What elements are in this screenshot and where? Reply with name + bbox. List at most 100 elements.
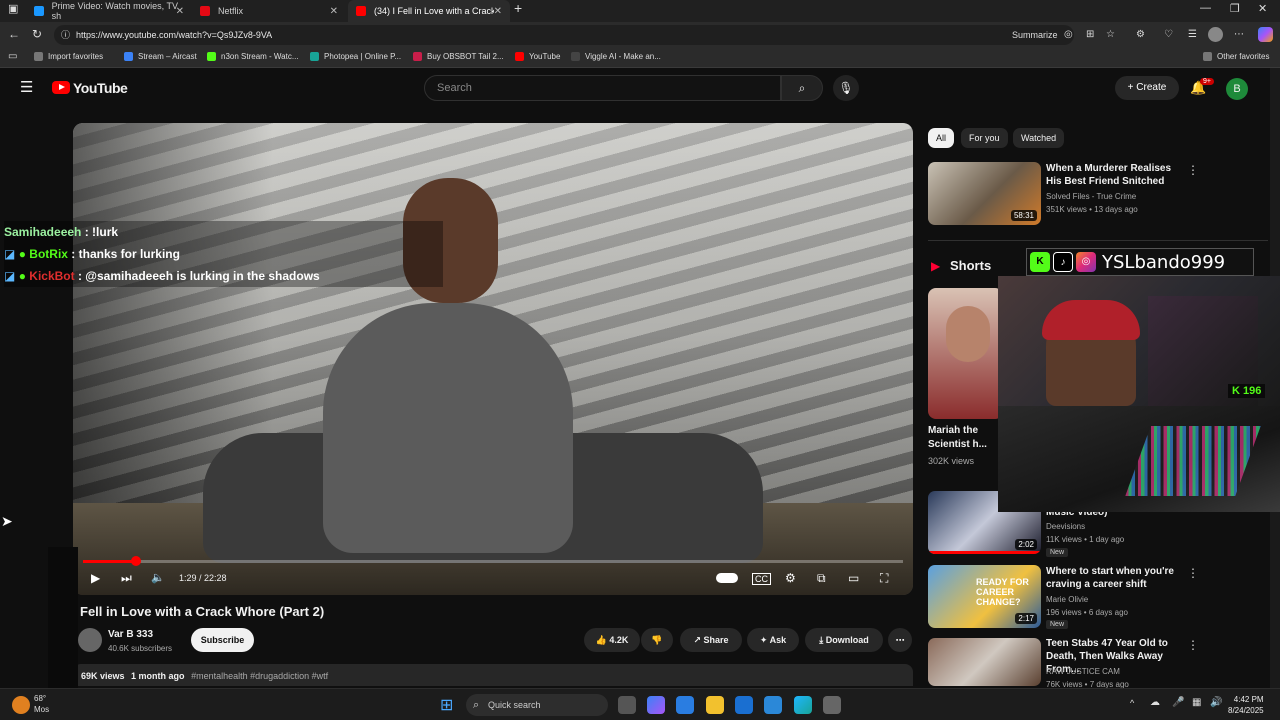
chip-watched[interactable]: Watched	[1013, 128, 1065, 148]
back-arrow-icon[interactable]: ←	[8, 27, 20, 41]
read-aloud-icon[interactable]: ⊞	[1086, 29, 1094, 40]
fav-n3on[interactable]: n3on Stream - Watc...	[207, 52, 299, 61]
settings-gear-icon[interactable]: ⚙	[785, 571, 796, 585]
refresh-icon[interactable]: ↻	[32, 27, 42, 41]
volume-icon[interactable]: 🔈	[151, 571, 165, 584]
more-vertical-icon[interactable]: ⋮	[1187, 638, 1199, 652]
tab-close-icon[interactable]: ✕	[330, 6, 338, 17]
system-clock[interactable]: 4:42 PM 8/24/2025	[1228, 694, 1264, 716]
url-input[interactable]: ⓘ https://www.youtube.com/watch?v=Qs9JZv…	[54, 25, 1074, 45]
more-vertical-icon[interactable]: ⋮	[1187, 566, 1199, 580]
youtube-logo-icon[interactable]	[52, 81, 70, 94]
tab-close-icon[interactable]: ✕	[176, 6, 184, 17]
task-view-icon[interactable]	[618, 696, 636, 714]
microphone-tray-icon[interactable]: 🎤	[1172, 697, 1184, 708]
tray-overflow-icon[interactable]: ^	[1130, 698, 1134, 708]
rec-title[interactable]: Where to start when you're craving a car…	[1046, 565, 1186, 591]
download-button[interactable]: ⤓ Download	[805, 628, 883, 652]
collections-icon[interactable]: ☰	[1188, 29, 1197, 40]
fav-import[interactable]: Import favorites	[34, 52, 103, 61]
tab-close-icon[interactable]: ✕	[494, 6, 502, 17]
create-button[interactable]: + Create	[1115, 76, 1179, 100]
share-button[interactable]: ↗ Share	[680, 628, 742, 652]
tab-youtube-active[interactable]: (34) I Fell in Love with a Crack Wh ✕	[348, 0, 510, 22]
network-icon[interactable]: ▦	[1192, 697, 1201, 708]
fullscreen-icon[interactable]: ⛶	[880, 571, 888, 586]
description-box[interactable]: 69K views 1 month ago #mentalhealth #dru…	[73, 664, 913, 686]
hamburger-menu-icon[interactable]: ☰	[20, 78, 33, 96]
new-tab-button[interactable]: +	[514, 0, 522, 16]
theater-mode-icon[interactable]: ▭	[848, 571, 859, 585]
file-explorer-icon[interactable]	[706, 696, 724, 714]
rec-thumbnail[interactable]: 58:31	[928, 162, 1041, 225]
maximize-icon[interactable]: ❐	[1230, 2, 1240, 15]
weather-icon[interactable]	[12, 696, 30, 714]
chip-for-you[interactable]: For you	[961, 128, 1008, 148]
fav-viggle[interactable]: Viggle AI - Make an...	[571, 52, 661, 61]
site-info-icon[interactable]: ⓘ	[61, 25, 70, 45]
browser-essentials-icon[interactable]: ♡	[1164, 29, 1173, 40]
play-icon[interactable]: ▶	[91, 571, 100, 585]
tab-netflix[interactable]: Netflix ✕	[192, 0, 346, 22]
weather-widget[interactable]: 68° Mos	[34, 693, 49, 715]
search-input[interactable]: Search	[424, 75, 781, 101]
more-options-icon[interactable]: ⋯	[1234, 29, 1244, 40]
copilot-sidebar-icon[interactable]	[1258, 27, 1273, 42]
rec-channel[interactable]: Deevisions	[1046, 520, 1085, 533]
tab-actions-icon[interactable]: ▣	[8, 2, 18, 15]
minimize-icon[interactable]: —	[1200, 2, 1211, 14]
hashtags[interactable]: #mentalhealth #drugaddiction #wtf	[191, 671, 328, 681]
outlook-icon[interactable]	[735, 696, 753, 714]
volume-tray-icon[interactable]: 🔊	[1210, 697, 1222, 708]
rec-thumbnail[interactable]	[928, 638, 1041, 686]
favorite-star-icon[interactable]: ☆	[1106, 29, 1115, 40]
autoplay-toggle[interactable]	[716, 573, 738, 583]
summarize-button[interactable]: Summarize	[1012, 30, 1058, 40]
next-video-icon[interactable]: ⏭	[121, 571, 132, 586]
rec-title[interactable]: When a Murderer Realises His Best Friend…	[1046, 162, 1186, 188]
ask-button[interactable]: ✦ Ask	[747, 628, 799, 652]
copilot-app-icon[interactable]	[647, 696, 665, 714]
youtube-logo-text[interactable]: YouTube	[73, 80, 128, 96]
subscribe-button[interactable]: Subscribe	[191, 628, 254, 652]
fav-photopea[interactable]: Photopea | Online P...	[310, 52, 401, 61]
miniplayer-icon[interactable]: ⧉	[817, 571, 826, 586]
profile-avatar[interactable]	[1208, 27, 1223, 42]
progress-bar[interactable]	[83, 556, 903, 566]
window-close-icon[interactable]: ✕	[1258, 2, 1267, 15]
tab-prime-video[interactable]: Prime Video: Watch movies, TV sh ✕	[26, 0, 192, 22]
extensions-icon[interactable]: ⚙	[1136, 29, 1145, 40]
chip-all[interactable]: All	[928, 128, 955, 148]
fav-other[interactable]: Other favorites	[1203, 52, 1269, 61]
edge-browser-icon[interactable]	[794, 696, 812, 714]
dislike-button[interactable]: 👎	[641, 628, 673, 652]
captions-icon[interactable]: CC	[752, 573, 771, 585]
fav-aircast[interactable]: Stream – Aircast	[124, 52, 197, 61]
more-actions-button[interactable]: ⋯	[888, 628, 912, 652]
short-thumbnail[interactable]	[928, 288, 1003, 419]
video-player[interactable]: ▶ ⏭ 🔈 1:29 / 22:28 CC ⚙ ⧉ ▭ ⛶	[73, 123, 913, 595]
cloud-icon[interactable]: ☁	[1150, 697, 1160, 708]
store-icon[interactable]	[676, 696, 694, 714]
voice-search-button[interactable]: 🎙	[833, 75, 859, 101]
more-vertical-icon[interactable]: ⋮	[1187, 163, 1199, 177]
mail-icon[interactable]	[764, 696, 782, 714]
copilot-icon[interactable]: ◎	[1064, 29, 1073, 40]
fav-label: Other favorites	[1217, 52, 1270, 61]
fav-obsbot[interactable]: Buy OBSBOT Tail 2...	[413, 52, 504, 61]
rec-channel[interactable]: Marie Olivie	[1046, 593, 1088, 606]
short-title[interactable]: Mariah the Scientist h...	[928, 424, 1000, 452]
rec-channel[interactable]: Solved Files - True Crime	[1046, 190, 1136, 203]
favorites-menu-icon[interactable]: ▭	[8, 51, 17, 62]
windows-start-icon[interactable]: ⊞	[440, 695, 453, 715]
taskbar-search[interactable]: ⌕ Quick search	[466, 694, 608, 716]
account-avatar[interactable]: B	[1226, 78, 1248, 100]
search-button[interactable]: ⌕	[781, 75, 823, 101]
rec-channel[interactable]: RAW JUSTICE CAM	[1046, 665, 1120, 678]
rec-thumbnail[interactable]: READY FOR CAREER CHANGE? 2:17	[928, 565, 1041, 628]
fav-youtube[interactable]: YouTube	[515, 52, 560, 61]
channel-avatar[interactable]	[78, 628, 102, 652]
channel-name[interactable]: Var B 333	[108, 629, 153, 640]
obs-icon[interactable]	[823, 696, 841, 714]
like-button[interactable]: 👍 4.2K	[584, 628, 640, 652]
